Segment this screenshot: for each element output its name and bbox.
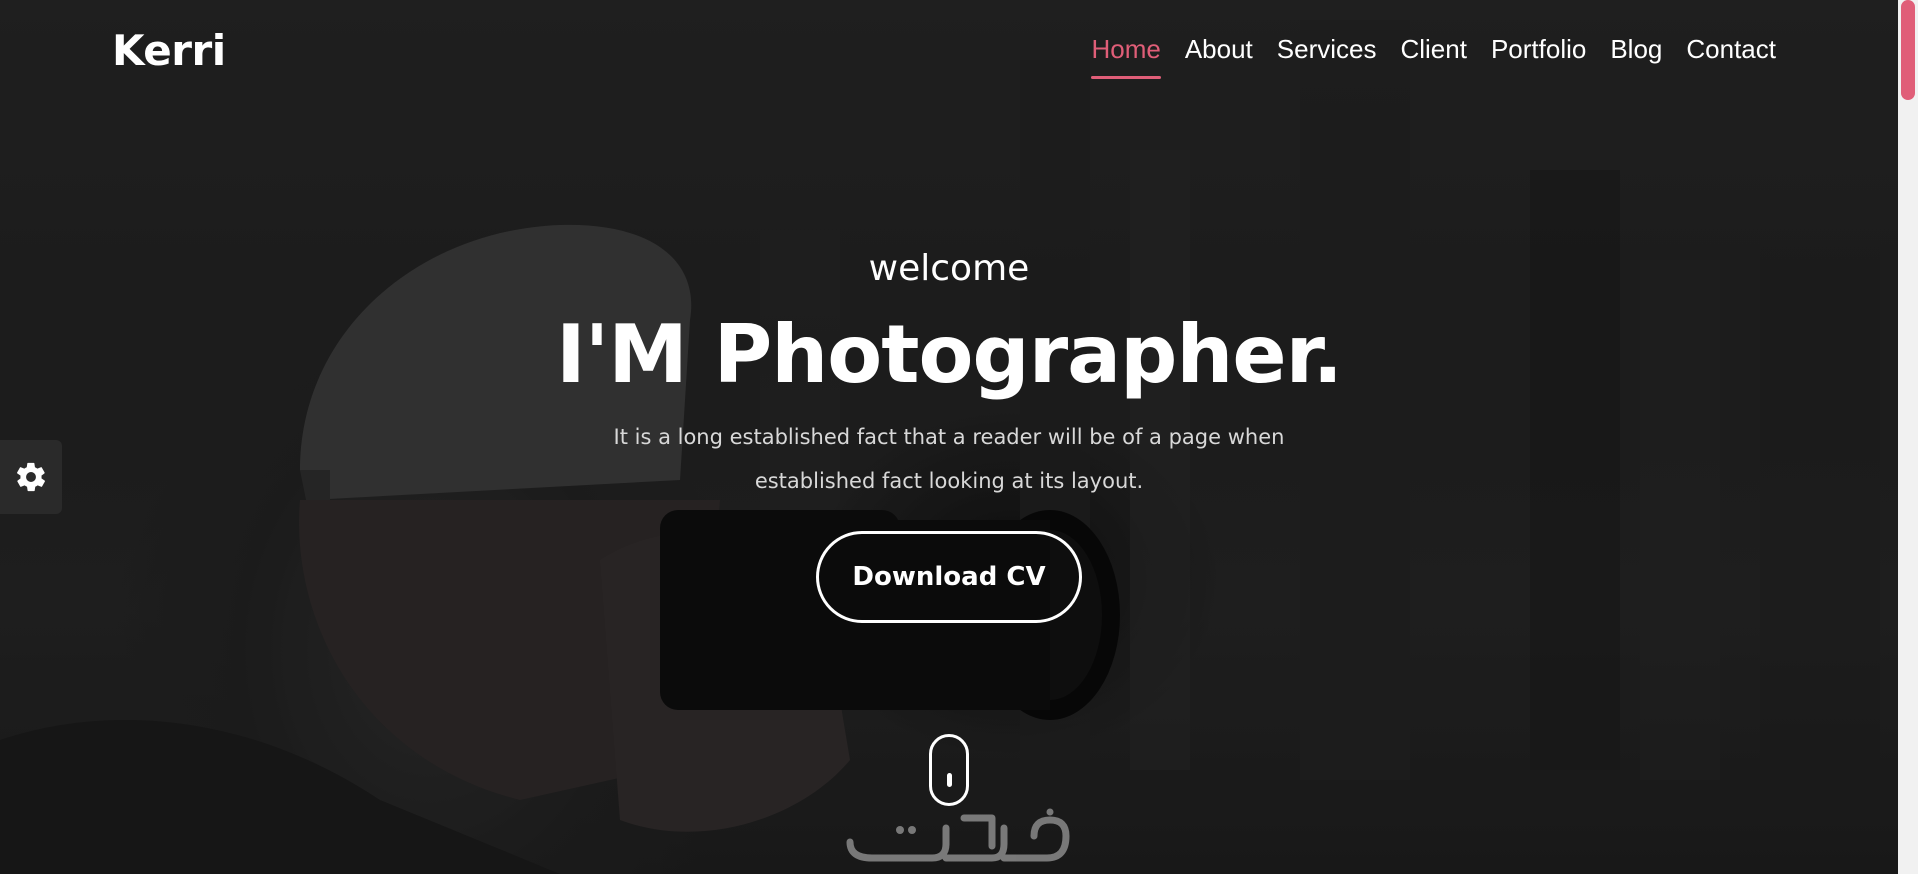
nav-item-blog[interactable]: Blog [1610, 34, 1662, 79]
scrollbar-thumb[interactable] [1901, 0, 1915, 100]
download-cv-button[interactable]: Download CV [816, 531, 1082, 623]
nav-item-contact[interactable]: Contact [1686, 34, 1776, 79]
main-nav: Home About Services Client Portfolio Blo… [1091, 34, 1776, 79]
page-scrollbar[interactable] [1898, 0, 1918, 874]
hero-welcome: welcome [868, 248, 1030, 289]
mouse-scroll-icon[interactable] [929, 734, 969, 806]
khamsat-watermark-icon [846, 808, 1070, 862]
mouse-wheel-indicator [947, 773, 952, 787]
nav-item-home[interactable]: Home [1091, 34, 1162, 79]
nav-item-portfolio[interactable]: Portfolio [1491, 34, 1586, 79]
nav-item-client[interactable]: Client [1400, 34, 1466, 79]
brand-logo[interactable]: Kerri [112, 26, 226, 75]
hero-headline: I'M Photographer. [555, 308, 1343, 401]
hero-section: welcome I'M Photographer. It is a long e… [0, 248, 1898, 623]
nav-item-services[interactable]: Services [1277, 34, 1377, 79]
hero-subtitle: It is a long established fact that a rea… [613, 425, 1285, 493]
page: Kerri Home About Services Client Portfol… [0, 0, 1918, 874]
watermark-logo [842, 806, 1074, 868]
nav-item-about[interactable]: About [1185, 34, 1253, 79]
